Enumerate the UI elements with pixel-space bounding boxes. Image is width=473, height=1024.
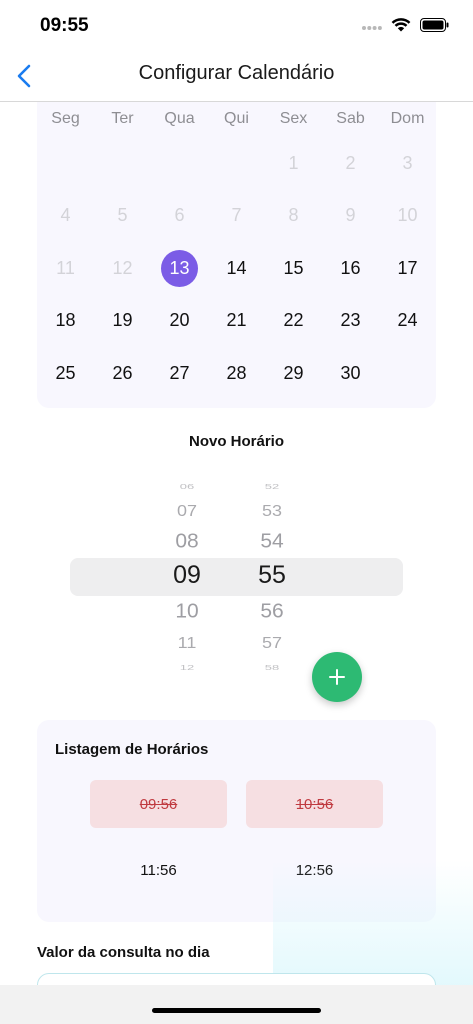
time-slot[interactable]: 11:56 — [90, 846, 227, 894]
picker-value[interactable]: 52 — [237, 482, 307, 490]
home-indicator — [152, 1008, 321, 1013]
calendar-empty-cell — [151, 137, 208, 190]
picker-value[interactable]: 08 — [152, 531, 222, 554]
calendar-day[interactable]: 28 — [208, 347, 265, 400]
status-time: 09:55 — [40, 15, 89, 36]
picker-value[interactable]: 56 — [237, 601, 307, 624]
weekday-label: Ter — [111, 110, 134, 127]
status-bar: 09:55 — [0, 0, 473, 50]
calendar-day: 8 — [288, 205, 299, 226]
calendar-day: 2 — [345, 152, 356, 173]
page-title: Configurar Calendário — [138, 62, 335, 84]
weekday-label: Dom — [390, 110, 425, 127]
calendar-day[interactable]: 24 — [379, 295, 436, 348]
calendar-day-selected[interactable]: 13 — [151, 242, 208, 295]
picker-value[interactable]: 07 — [152, 503, 222, 521]
wifi-icon — [391, 17, 411, 37]
picker-value[interactable]: 57 — [237, 635, 307, 653]
time-slot-removed[interactable]: 09:56 — [90, 780, 227, 828]
calendar-day: 5 — [117, 205, 128, 226]
calendar-day: 3 — [402, 152, 413, 173]
price-label: Valor da consulta no dia — [37, 944, 210, 961]
picker-value[interactable]: 06 — [152, 482, 222, 490]
calendar-day[interactable]: 20 — [151, 295, 208, 348]
cellular-signal-icon — [362, 18, 382, 36]
new-time-title: Novo Horário — [188, 433, 284, 450]
calendar-day[interactable]: 22 — [265, 295, 322, 348]
calendar-day: 11 — [56, 257, 75, 278]
selected-day-marker: 13 — [161, 249, 198, 287]
calendar-day[interactable]: 25 — [37, 347, 94, 400]
calendar-day[interactable]: 29 — [265, 347, 322, 400]
calendar-day: 1 — [288, 152, 299, 173]
picker-value[interactable]: 11 — [152, 635, 222, 653]
calendar: Seg Ter Qua Qui Sex Sab Dom 1 2 3 4 5 6 7 8 9 10 11 12 13 1… — [37, 102, 436, 408]
calendar-weekdays: Seg Ter Qua Qui Sex Sab Dom — [37, 110, 436, 132]
picker-value[interactable]: 53 — [237, 503, 307, 521]
calendar-day: 6 — [174, 205, 185, 226]
schedule-list-title: Listagem de Horários — [55, 741, 209, 758]
calendar-empty-cell — [94, 137, 151, 190]
picker-value[interactable]: 58 — [237, 663, 307, 671]
calendar-day[interactable]: 21 — [208, 295, 265, 348]
calendar-day[interactable]: 23 — [322, 295, 379, 348]
bottom-bar — [0, 985, 473, 1024]
calendar-day[interactable]: 15 — [265, 242, 322, 295]
picker-value-selected[interactable]: 55 — [237, 561, 307, 590]
time-slot[interactable]: 12:56 — [246, 846, 383, 894]
plus-icon — [329, 669, 345, 685]
calendar-day: 9 — [345, 205, 356, 226]
calendar-days: 1 2 3 4 5 6 7 8 9 10 11 12 13 14 15 16 17 18 19 20 21 22 23 24 2… — [37, 137, 436, 400]
calendar-empty-cell — [379, 347, 436, 400]
status-icons — [362, 17, 449, 37]
calendar-day[interactable]: 17 — [379, 242, 436, 295]
calendar-day[interactable]: 26 — [94, 347, 151, 400]
calendar-day[interactable]: 30 — [322, 347, 379, 400]
weekday-label: Qua — [164, 110, 195, 127]
picker-value[interactable]: 10 — [152, 601, 222, 624]
picker-value[interactable]: 54 — [237, 531, 307, 554]
weekday-label: Sab — [336, 110, 365, 127]
weekday-label: Seg — [51, 110, 80, 127]
calendar-day[interactable]: 19 — [94, 295, 151, 348]
calendar-empty-cell — [208, 137, 265, 190]
weekday-label: Sex — [279, 110, 308, 127]
calendar-day[interactable]: 16 — [322, 242, 379, 295]
calendar-day: 4 — [60, 205, 71, 226]
picker-value[interactable]: 12 — [152, 663, 222, 671]
picker-value-selected[interactable]: 09 — [152, 561, 222, 590]
time-slot-removed[interactable]: 10:56 — [246, 780, 383, 828]
calendar-day: 12 — [112, 257, 133, 278]
calendar-day[interactable]: 18 — [37, 295, 94, 348]
calendar-day: 10 — [397, 205, 418, 226]
schedule-list: Listagem de Horários 09:56 10:56 11:56 12:5… — [37, 720, 436, 922]
battery-icon — [420, 17, 449, 37]
navigation-bar: Configurar Calendário — [0, 50, 473, 102]
calendar-day: 7 — [231, 205, 242, 226]
add-time-button[interactable] — [312, 652, 362, 702]
calendar-day[interactable]: 27 — [151, 347, 208, 400]
calendar-empty-cell — [37, 137, 94, 190]
calendar-day[interactable]: 14 — [208, 242, 265, 295]
time-picker[interactable]: 06 07 08 09 10 11 12 52 53 54 55 56 57 58 — [70, 473, 403, 681]
weekday-label: Qui — [224, 110, 249, 127]
